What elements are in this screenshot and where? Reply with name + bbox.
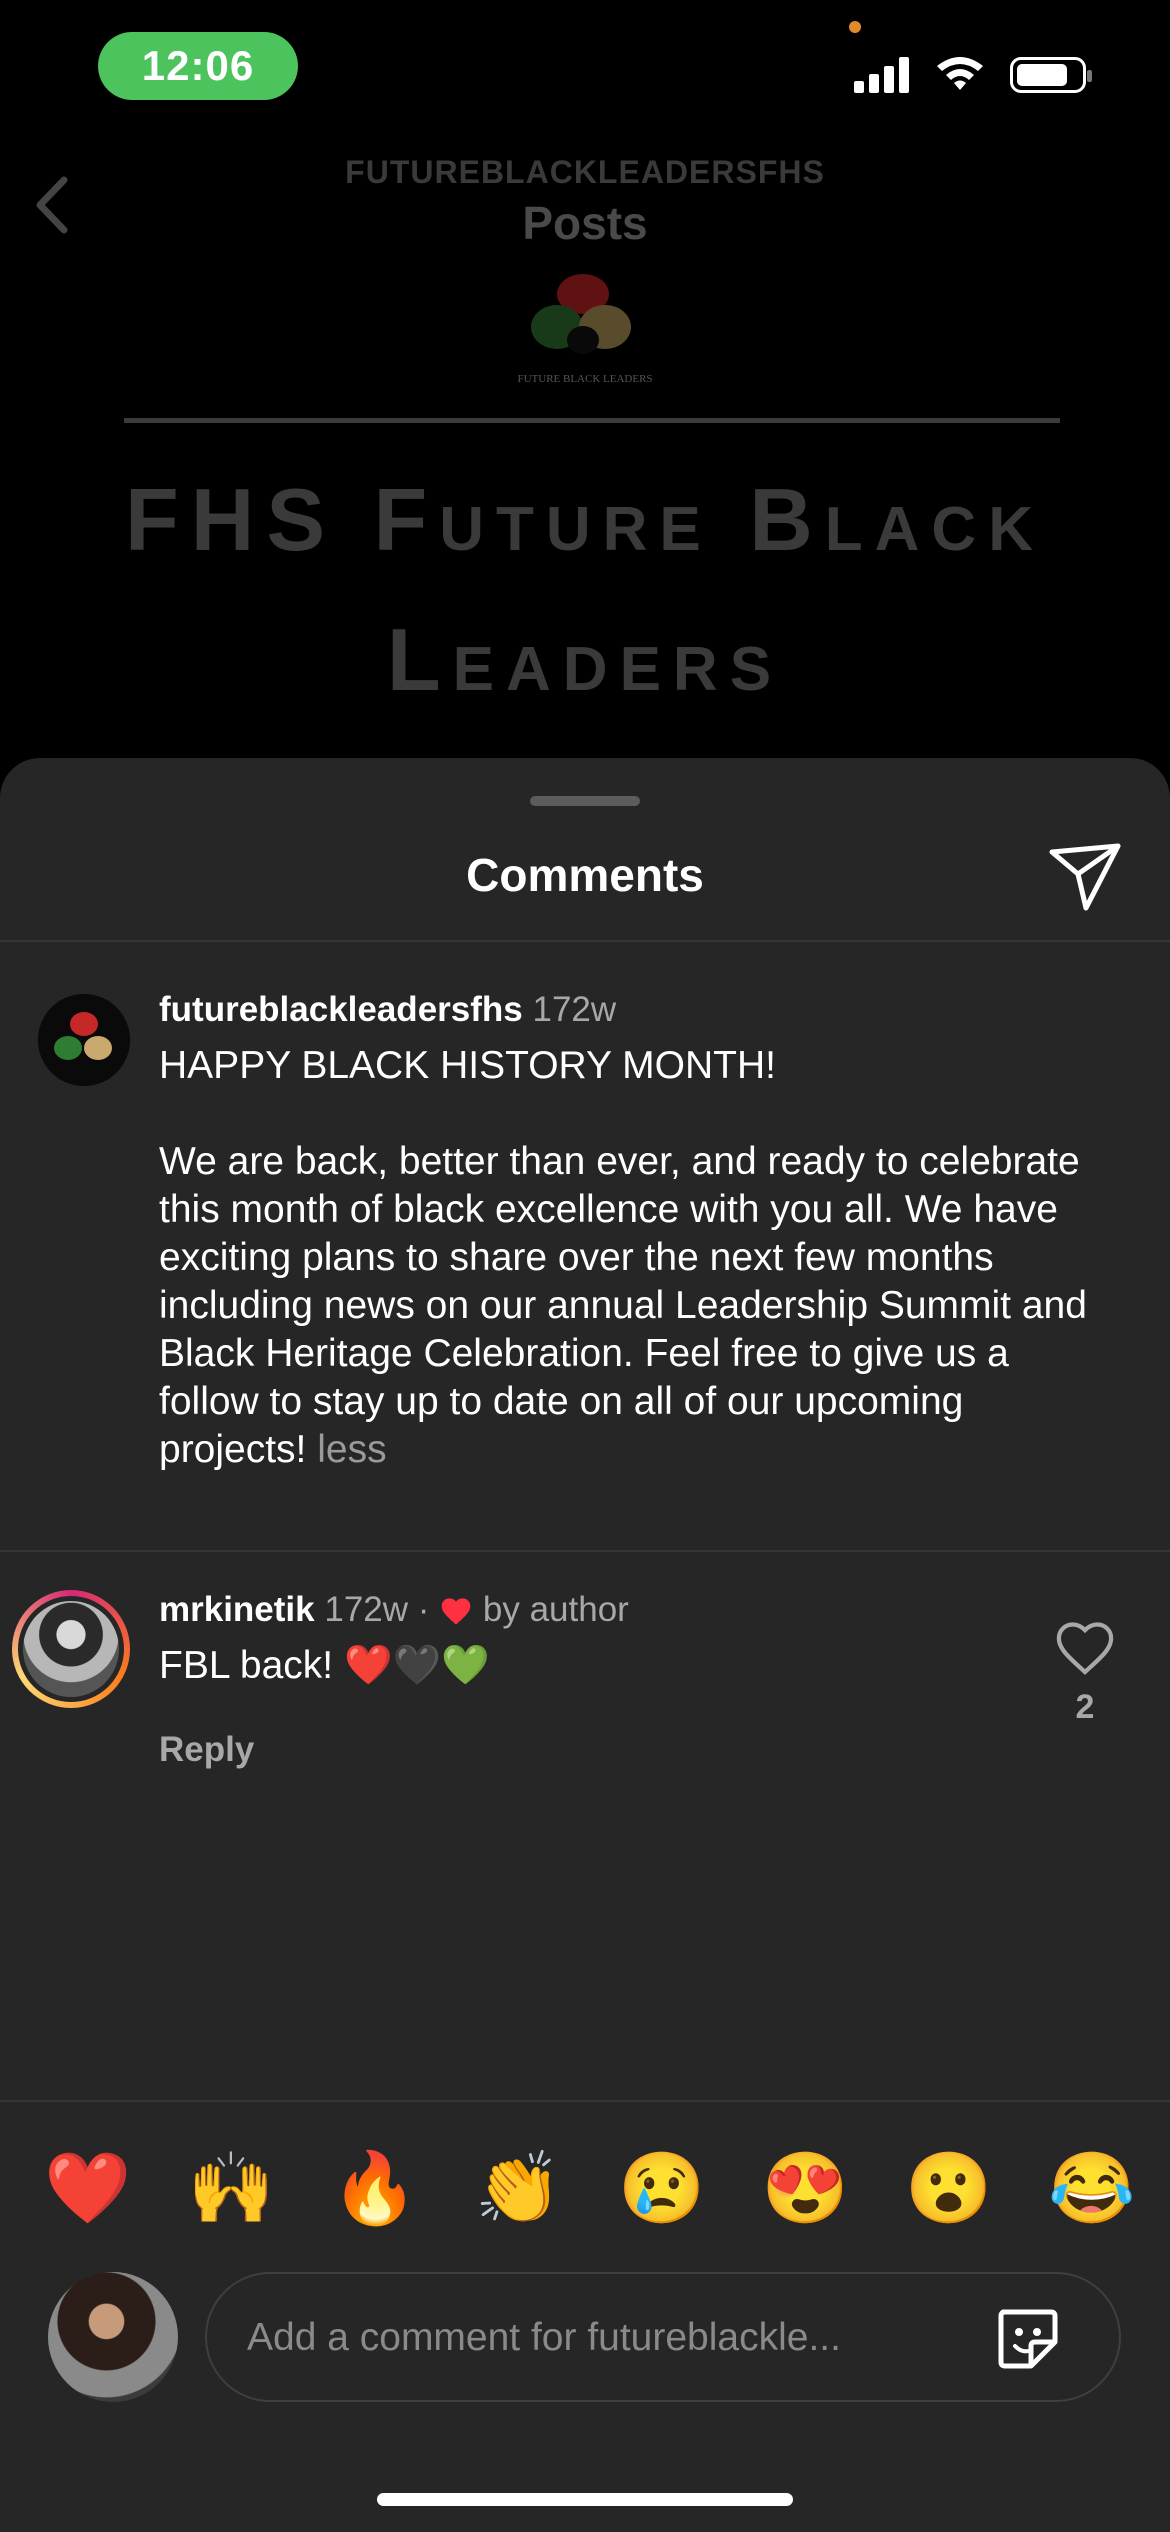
comment-text: FBL back! ❤️🖤💚 — [159, 1644, 490, 1687]
reaction-surprised-emoji[interactable]: 😮 — [901, 2140, 997, 2236]
comment-timestamp: 172w — [532, 990, 617, 1029]
comment-timestamp: 172w — [324, 1590, 409, 1629]
posts-header: FUTUREBLACKLEADERSFHS Posts — [0, 130, 1170, 273]
post-preview: FUTURE BLACK LEADERS FHS Future Black Le… — [0, 272, 1170, 762]
reply-button[interactable]: Reply — [159, 1730, 254, 1770]
comments-sheet: Comments futureblackleadersfhs 172w HAPP… — [0, 758, 1170, 2532]
story-ring-avatar[interactable] — [12, 1590, 130, 1708]
reaction-fire-emoji[interactable]: 🔥 — [327, 2140, 423, 2236]
status-bar: 12:06 — [0, 0, 1170, 130]
status-time: 12:06 — [98, 32, 298, 100]
battery-icon — [1010, 57, 1092, 93]
comment-body: HAPPY BLACK HISTORY MONTH! We are back, … — [159, 1042, 1119, 1474]
reaction-crying-emoji[interactable]: 😢 — [614, 2140, 710, 2236]
comment-paragraph: We are back, better than ever, and ready… — [159, 1140, 1087, 1471]
sheet-drag-handle[interactable] — [530, 796, 640, 806]
reaction-heart-emoji[interactable]: ❤️ — [40, 2140, 136, 2236]
meta-separator: · — [417, 1590, 430, 1629]
svg-text:FUTURE BLACK LEADERS: FUTURE BLACK LEADERS — [517, 373, 652, 385]
future-black-leaders-logo: FUTURE BLACK LEADERS — [517, 274, 653, 385]
reaction-heart-eyes-emoji[interactable]: 😍 — [757, 2140, 853, 2236]
page-title: Posts — [522, 197, 648, 249]
comment-meta: mrkinetik 172w · by author — [159, 1590, 629, 1630]
comment-username[interactable]: mrkinetik — [159, 1590, 315, 1629]
comment-headline: HAPPY BLACK HISTORY MONTH! — [159, 1044, 776, 1087]
sheet-header-divider — [0, 940, 1170, 942]
wifi-icon — [937, 57, 983, 90]
current-user-avatar[interactable] — [48, 2272, 178, 2402]
heart-outline-icon[interactable] — [1053, 1618, 1117, 1678]
post-divider — [124, 418, 1060, 423]
less-toggle[interactable]: less — [317, 1428, 386, 1471]
comment-meta: futureblackleadersfhs 172w — [159, 990, 616, 1030]
profile-username: FUTUREBLACKLEADERSFHS — [345, 154, 825, 190]
sticker-icon[interactable] — [993, 2304, 1063, 2374]
fbl-logo-icon — [38, 994, 130, 1086]
like-count: 2 — [1075, 1688, 1095, 1726]
heart-filled-icon — [441, 1598, 471, 1625]
comment-username[interactable]: futureblackleadersfhs — [159, 990, 523, 1029]
quick-reactions-bar: ❤️ 🙌 🔥 👏 😢 😍 😮 😂 — [40, 2140, 1140, 2236]
reactions-divider — [0, 2100, 1170, 2102]
comments-title: Comments — [466, 849, 704, 901]
home-indicator[interactable] — [377, 2493, 793, 2506]
camera-indicator-dot — [849, 21, 861, 33]
comment-input[interactable] — [245, 2274, 969, 2402]
avatar[interactable] — [38, 994, 130, 1086]
post-title-text: FHS Future Black Leaders — [125, 470, 1045, 709]
status-icons — [854, 56, 1092, 94]
comment-divider — [0, 1550, 1170, 1552]
share-send-icon[interactable] — [1046, 838, 1124, 916]
user-photo — [23, 1601, 119, 1697]
reaction-clap-emoji[interactable]: 👏 — [470, 2140, 566, 2236]
reaction-raised-hands-emoji[interactable]: 🙌 — [183, 2140, 279, 2236]
reaction-laughing-emoji[interactable]: 😂 — [1044, 2140, 1140, 2236]
comment-input-box[interactable] — [205, 2272, 1121, 2402]
cellular-signal-icon — [854, 57, 909, 93]
liked-by-author-badge: by author — [482, 1590, 629, 1629]
